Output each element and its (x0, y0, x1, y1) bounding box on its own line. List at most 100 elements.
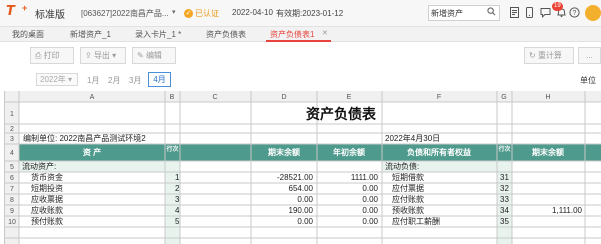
edit-icon: ✎ (137, 51, 144, 60)
row-number: 3 (10, 136, 14, 143)
end-balance-header: 期末余额 (268, 147, 300, 157)
row-number: 9 (10, 208, 14, 215)
end-balance: 654.00 (289, 184, 314, 193)
app-window: T + 标准版 [063627]2022南昌产品... ▾ ✓ 已认证 2022… (0, 0, 601, 244)
row-number: 2 (10, 126, 14, 133)
search-input-value[interactable]: 新增资产 (431, 8, 463, 19)
end-balance: 190.00 (289, 206, 314, 215)
notification-badge: 19 (552, 2, 563, 11)
svg-text:?: ? (573, 10, 577, 17)
end-balance-2: 1,111.00 (552, 206, 583, 215)
end-balance: 0.00 (297, 217, 313, 226)
end-balance: 0.00 (297, 195, 313, 204)
refresh-icon: ↻ (529, 51, 536, 60)
row-number: 8 (10, 197, 14, 204)
line-number-2: 35 (500, 217, 509, 226)
report-title: 资产负债表 (306, 106, 377, 122)
edit-button[interactable]: ✎ 编辑 (132, 47, 176, 64)
asset-name: 应收票据 (31, 194, 63, 204)
account-selector[interactable]: [063627]2022南昌产品... (81, 8, 169, 19)
begin-balance-header: 年初余额 (333, 147, 365, 157)
begin-balance: 0.00 (362, 206, 378, 215)
sheet-grid: A B C D E F G H 1 2 3 4 5 6 7 8 9 10 资产负… (5, 91, 601, 244)
liability-name: 短期借款 (392, 172, 424, 182)
col-header-a: A (90, 94, 95, 101)
asset-name: 预付账款 (31, 216, 63, 226)
line-number: 1 (175, 173, 180, 182)
year-select[interactable]: 2022年 ▾ (36, 73, 78, 86)
export-icon: ⇪ (85, 51, 92, 60)
begin-balance: 1111.00 (351, 173, 379, 182)
row-number: 7 (10, 186, 14, 193)
month-tab-3[interactable]: 3月 (129, 75, 141, 86)
current-assets-label: 流动资产: (22, 161, 56, 171)
report-sheet[interactable]: A B C D E F G H 1 2 3 4 5 6 7 8 9 10 资产负… (4, 91, 601, 244)
asset-name: 货币资金 (31, 172, 63, 182)
certified-status: 已认证 (195, 9, 219, 18)
col-header-g: G (501, 94, 506, 101)
more-button[interactable]: ... (578, 47, 601, 64)
line-number-2: 32 (500, 184, 509, 193)
tab-new-asset[interactable]: 新增资产_1 (70, 29, 111, 40)
begin-balance: 0.00 (362, 217, 378, 226)
end-balance: -28521.00 (277, 173, 314, 182)
month-tab-4[interactable]: 4月 (148, 72, 171, 87)
month-tab-2[interactable]: 2月 (108, 75, 120, 86)
liability-name: 应付账款 (392, 194, 424, 204)
col-header-d: D (281, 94, 286, 101)
row-number: 1 (10, 111, 14, 118)
row-number: 5 (10, 164, 14, 171)
tab-card-entry[interactable]: 录入卡片_1 * (135, 29, 181, 40)
expiry-date: 有效期:2023-01-12 (276, 9, 344, 18)
tab-desktop[interactable]: 我的桌面 (12, 29, 44, 40)
col-header-c: C (212, 94, 217, 101)
help-icon[interactable]: ? (569, 7, 580, 18)
chevron-down-icon: ▾ (112, 51, 117, 60)
line-number: 5 (175, 217, 180, 226)
line-number-2: 34 (500, 206, 509, 215)
app-logo-plus: + (22, 3, 28, 13)
col-header-h: H (545, 94, 550, 101)
tab-balance-sheet-1[interactable]: 资产负债表1 (270, 29, 314, 40)
col-header-f: F (437, 94, 441, 101)
begin-balance: 0.00 (362, 184, 378, 193)
print-button[interactable]: ⎙ 打印 (30, 47, 74, 64)
line-number-2: 33 (500, 195, 509, 204)
line-number-2: 31 (500, 173, 509, 182)
company-label: 编制单位: 2022南昌产品测试环境2 (23, 133, 146, 143)
month-tab-1[interactable]: 1月 (87, 75, 99, 86)
end-balance-header-2: 期末余额 (532, 147, 564, 157)
avatar[interactable] (585, 5, 601, 21)
liability-name: 预收账款 (392, 205, 424, 215)
row-number: 6 (10, 175, 14, 182)
recalculate-button[interactable]: ↻ 重计算 (524, 47, 574, 64)
report-date: 2022年4月30日 (385, 133, 440, 143)
unit-label: 单位 (580, 76, 596, 85)
tab-balance-sheet[interactable]: 资产负债表 (206, 29, 246, 40)
export-button[interactable]: ⇪ 导出 ▾ (80, 47, 126, 64)
line-header: 行次 (165, 145, 178, 153)
search-icon[interactable] (487, 7, 496, 16)
line-number: 2 (175, 184, 180, 193)
app-logo: T (6, 4, 15, 19)
row-number: 10 (8, 219, 16, 226)
chevron-down-icon: ▾ (68, 75, 73, 84)
assets-header: 资 产 (83, 147, 101, 157)
line-number: 3 (175, 195, 180, 204)
chat-icon[interactable] (540, 7, 551, 18)
liability-name: 应付票据 (392, 183, 424, 193)
edition-label: 标准版 (35, 10, 65, 21)
printer-icon: ⎙ (35, 51, 42, 60)
certified-icon: ✓ (184, 9, 193, 18)
begin-balance: 0.00 (362, 195, 378, 204)
liabilities-header: 负债和所有者权益 (407, 147, 471, 157)
close-icon[interactable]: ✕ (322, 29, 328, 37)
phone-icon[interactable] (524, 7, 535, 18)
asset-name: 应收账款 (31, 205, 63, 215)
asset-name: 短期投资 (31, 183, 63, 193)
document-icon[interactable] (509, 7, 520, 18)
line-header-2: 行次 (497, 145, 510, 153)
active-tab-indicator (266, 40, 331, 42)
chevron-down-icon[interactable]: ▾ (172, 8, 176, 16)
current-liabilities-label: 流动负债: (385, 161, 419, 171)
